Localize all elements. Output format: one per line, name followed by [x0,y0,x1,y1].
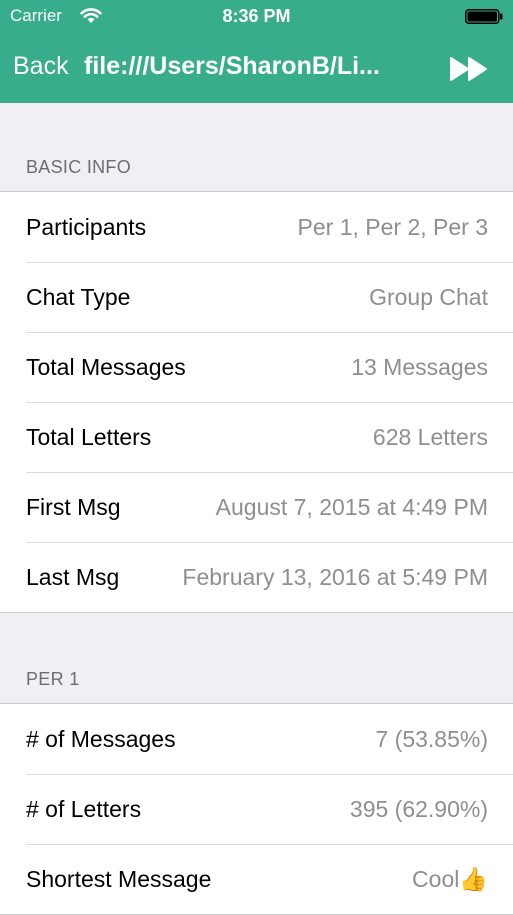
row-value: 13 Messages [351,353,488,380]
row-label: Participants [26,213,147,240]
status-time: 8:36 PM [222,6,291,26]
navigation-bar: Back file:///Users/SharonB/Li... [0,34,513,103]
row-value: Cool👍 [412,865,488,892]
row-value: 395 (62.90%) [349,795,488,822]
table-row[interactable]: Total Messages 13 Messages [0,332,513,402]
table-row[interactable]: First Msg August 7, 2015 at 4:49 PM [0,472,513,542]
row-value: 628 Letters [372,423,488,450]
row-label: Total Letters [26,423,152,450]
row-value: Per 1, Per 2, Per 3 [297,213,488,240]
row-label: Shortest Message [26,865,212,892]
row-value: August 7, 2015 at 4:49 PM [215,493,488,520]
section-header-per-1: PER 1 [26,669,80,689]
back-button[interactable]: Back [13,52,69,81]
table-row[interactable]: # of Letters 395 (62.90%) [0,774,513,844]
row-label: First Msg [26,493,121,520]
nav-title: file:///Users/SharonB/Li... [84,52,380,80]
app-header: Carrier 8:36 PM Back file:///Users/Sharo… [0,0,513,103]
row-label: # of Messages [26,725,176,752]
fast-forward-icon[interactable] [449,56,489,82]
status-bar: Carrier 8:36 PM [0,0,513,34]
row-label: # of Letters [26,795,142,822]
table-row[interactable]: Last Msg February 13, 2016 at 5:49 PM [0,542,513,612]
table-row[interactable]: Participants Per 1, Per 2, Per 3 [0,192,513,262]
table-row[interactable]: # of Messages 7 (53.85%) [0,704,513,774]
row-label: Total Messages [26,353,186,380]
section-header-basic-info: BASIC INFO [26,157,132,177]
row-value: February 13, 2016 at 5:49 PM [182,563,488,590]
basic-info-group: Participants Per 1, Per 2, Per 3 Chat Ty… [0,191,513,613]
table-row[interactable]: Total Letters 628 Letters [0,402,513,472]
table-row[interactable]: Shortest Message Cool👍 [0,844,513,914]
table-row[interactable]: Chat Type Group Chat [0,262,513,332]
row-value: 7 (53.85%) [375,725,488,752]
per-1-group: # of Messages 7 (53.85%) # of Letters 39… [0,703,513,915]
battery-icon [465,9,503,24]
row-label: Chat Type [26,283,131,310]
row-value: Group Chat [369,283,488,310]
row-label: Last Msg [26,563,120,590]
